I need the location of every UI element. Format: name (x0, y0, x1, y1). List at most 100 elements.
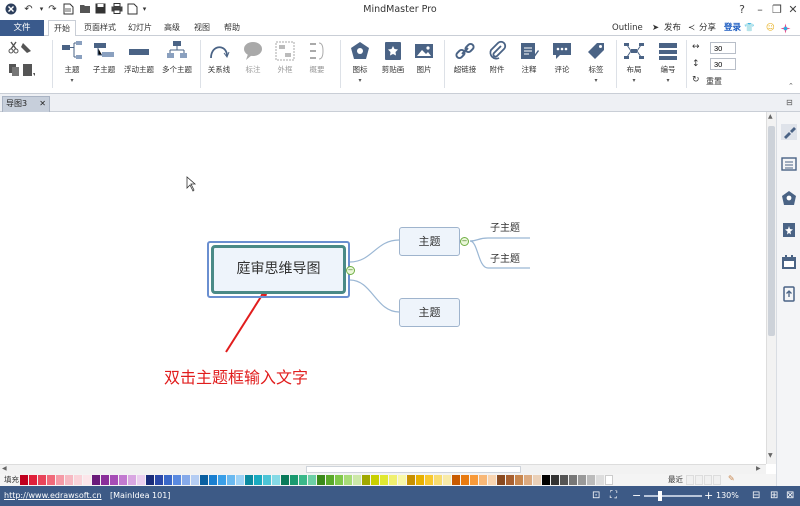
color-swatch[interactable] (587, 475, 595, 485)
color-swatch[interactable] (56, 475, 64, 485)
main-topic-2[interactable]: 主题 (399, 298, 460, 327)
color-swatch[interactable] (236, 475, 244, 485)
subtopic-2[interactable]: 子主题 (490, 250, 520, 265)
color-swatch[interactable] (479, 475, 487, 485)
color-swatch[interactable] (155, 475, 163, 485)
color-swatch[interactable] (398, 475, 406, 485)
color-swatch[interactable] (551, 475, 559, 485)
main-topic-1[interactable]: 主题 (399, 227, 460, 256)
color-swatch[interactable] (560, 475, 568, 485)
color-swatch[interactable] (119, 475, 127, 485)
color-swatch[interactable] (362, 475, 370, 485)
recent-color-swatch[interactable] (713, 475, 721, 485)
color-swatch[interactable] (83, 475, 91, 485)
zoom-slider[interactable] (644, 495, 702, 497)
recent-color-swatch[interactable] (695, 475, 703, 485)
zoom-slider-knob[interactable] (658, 491, 663, 501)
vertical-scrollbar[interactable]: ▲ ▼ (766, 112, 776, 464)
color-swatch[interactable] (470, 475, 478, 485)
presentation-icon[interactable]: ⊞ (770, 490, 778, 501)
outline-list-icon[interactable] (781, 156, 797, 172)
color-swatch[interactable] (110, 475, 118, 485)
color-swatch[interactable] (515, 475, 523, 485)
color-swatch[interactable] (173, 475, 181, 485)
format-brush-icon[interactable] (781, 124, 797, 140)
color-swatch[interactable] (371, 475, 379, 485)
color-swatch[interactable] (416, 475, 424, 485)
color-swatch[interactable] (461, 475, 469, 485)
color-picker-icon[interactable]: ✎ (728, 474, 735, 483)
color-swatch[interactable] (380, 475, 388, 485)
color-swatch[interactable] (389, 475, 397, 485)
fit-page-icon[interactable]: ⊡ (592, 490, 600, 501)
zoom-out-icon[interactable]: − (632, 489, 641, 502)
color-swatch[interactable] (200, 475, 208, 485)
topic-1-collapse-icon[interactable]: − (460, 237, 469, 246)
subtopic-1[interactable]: 子主题 (490, 219, 520, 234)
recent-color-swatch[interactable] (704, 475, 712, 485)
collapse-ribbon-icon[interactable]: ⌃ (788, 82, 794, 90)
fit-width-icon[interactable]: ⊟ (752, 490, 760, 501)
color-swatch[interactable] (308, 475, 316, 485)
color-swatch[interactable] (425, 475, 433, 485)
color-swatch[interactable] (452, 475, 460, 485)
scroll-up-icon[interactable]: ▲ (768, 113, 773, 120)
horizontal-scrollbar[interactable]: ◀ ▶ (0, 464, 766, 474)
color-swatch[interactable] (344, 475, 352, 485)
color-swatch[interactable] (29, 475, 37, 485)
fullscreen-icon[interactable]: ⛶ (610, 490, 617, 501)
color-swatch[interactable] (146, 475, 154, 485)
color-swatch[interactable] (47, 475, 55, 485)
color-swatch[interactable] (497, 475, 505, 485)
recent-color-swatch[interactable] (686, 475, 694, 485)
color-swatch[interactable] (227, 475, 235, 485)
website-link[interactable]: http://www.edrawsoft.cn (4, 491, 102, 500)
color-swatch[interactable] (488, 475, 496, 485)
color-swatch[interactable] (272, 475, 280, 485)
color-swatch[interactable] (281, 475, 289, 485)
color-swatch[interactable] (299, 475, 307, 485)
color-swatch[interactable] (326, 475, 334, 485)
color-swatch[interactable] (38, 475, 46, 485)
color-swatch[interactable] (605, 475, 613, 485)
color-swatch[interactable] (254, 475, 262, 485)
color-swatch[interactable] (20, 475, 28, 485)
color-swatch[interactable] (245, 475, 253, 485)
color-swatch[interactable] (434, 475, 442, 485)
color-swatch[interactable] (317, 475, 325, 485)
color-swatch[interactable] (218, 475, 226, 485)
color-swatch[interactable] (569, 475, 577, 485)
restore-icon[interactable]: ❐ (769, 2, 785, 18)
calendar-icon[interactable] (781, 254, 797, 270)
smile-icon[interactable]: ☺ (766, 20, 775, 36)
panel-pin-icon[interactable]: ⊟ (786, 98, 793, 107)
color-swatch[interactable] (92, 475, 100, 485)
color-swatch[interactable] (443, 475, 451, 485)
color-swatch[interactable] (191, 475, 199, 485)
color-swatch[interactable] (101, 475, 109, 485)
zoom-in-icon[interactable]: + (704, 489, 713, 502)
scroll-left-icon[interactable]: ◀ (2, 465, 7, 472)
scroll-right-icon[interactable]: ▶ (756, 465, 761, 472)
colorful-logo-icon[interactable] (780, 20, 791, 36)
color-swatch[interactable] (209, 475, 217, 485)
central-topic[interactable]: 庭审思维导图 (211, 245, 346, 294)
color-swatch[interactable] (578, 475, 586, 485)
color-swatch[interactable] (533, 475, 541, 485)
color-swatch[interactable] (128, 475, 136, 485)
vertical-scroll-thumb[interactable] (768, 126, 775, 336)
close-panel-icon[interactable]: ⊠ (786, 490, 794, 501)
color-swatch[interactable] (542, 475, 550, 485)
icon-library-icon[interactable] (781, 190, 797, 206)
color-swatch[interactable] (164, 475, 172, 485)
color-swatch[interactable] (524, 475, 532, 485)
central-collapse-icon[interactable]: − (346, 266, 355, 275)
scroll-down-icon[interactable]: ▼ (768, 452, 773, 459)
color-swatch[interactable] (596, 475, 604, 485)
color-swatch[interactable] (407, 475, 415, 485)
color-swatch[interactable] (137, 475, 145, 485)
clipart-panel-icon[interactable] (781, 222, 797, 238)
color-swatch[interactable] (290, 475, 298, 485)
color-swatch[interactable] (335, 475, 343, 485)
mobile-share-icon[interactable] (781, 286, 797, 302)
